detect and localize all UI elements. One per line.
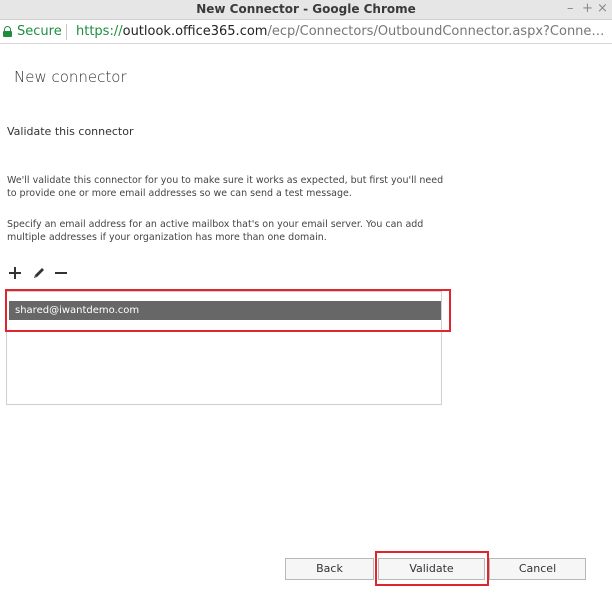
edit-icon[interactable] <box>31 265 47 281</box>
validation-description: We'll validate this connector for you to… <box>7 175 444 199</box>
address-instructions: Specify an email address for an active m… <box>7 219 424 243</box>
window-titlebar: New Connector - Google Chrome – + × <box>0 0 612 20</box>
email-address-list[interactable]: shared@iwantdemo.com <box>6 291 442 405</box>
section-heading: Validate this connector <box>7 125 134 138</box>
minimize-button[interactable]: – <box>567 1 574 16</box>
secure-label: Secure <box>17 24 62 39</box>
url-path: /ecp/Connectors/OutboundConnector.aspx?C… <box>267 24 608 39</box>
back-button[interactable]: Back <box>285 558 374 580</box>
page-title: New connector <box>14 68 127 86</box>
remove-icon[interactable] <box>54 265 70 281</box>
add-icon[interactable] <box>8 265 24 281</box>
address-separator <box>66 24 67 40</box>
list-item-selected[interactable]: shared@iwantdemo.com <box>9 301 441 320</box>
url-text[interactable]: https://outlook.office365.com/ecp/Connec… <box>76 24 608 39</box>
maximize-button[interactable]: + <box>582 1 593 16</box>
address-bar[interactable]: Secure https://outlook.office365.com/ecp… <box>0 20 612 44</box>
validate-button[interactable]: Validate <box>378 558 485 580</box>
lock-icon <box>3 26 12 37</box>
url-scheme: https:// <box>76 24 123 39</box>
cancel-button[interactable]: Cancel <box>489 558 586 580</box>
window-title: New Connector - Google Chrome <box>196 2 416 16</box>
close-window-button[interactable]: × <box>597 1 608 16</box>
url-host: outlook.office365.com <box>122 24 268 39</box>
